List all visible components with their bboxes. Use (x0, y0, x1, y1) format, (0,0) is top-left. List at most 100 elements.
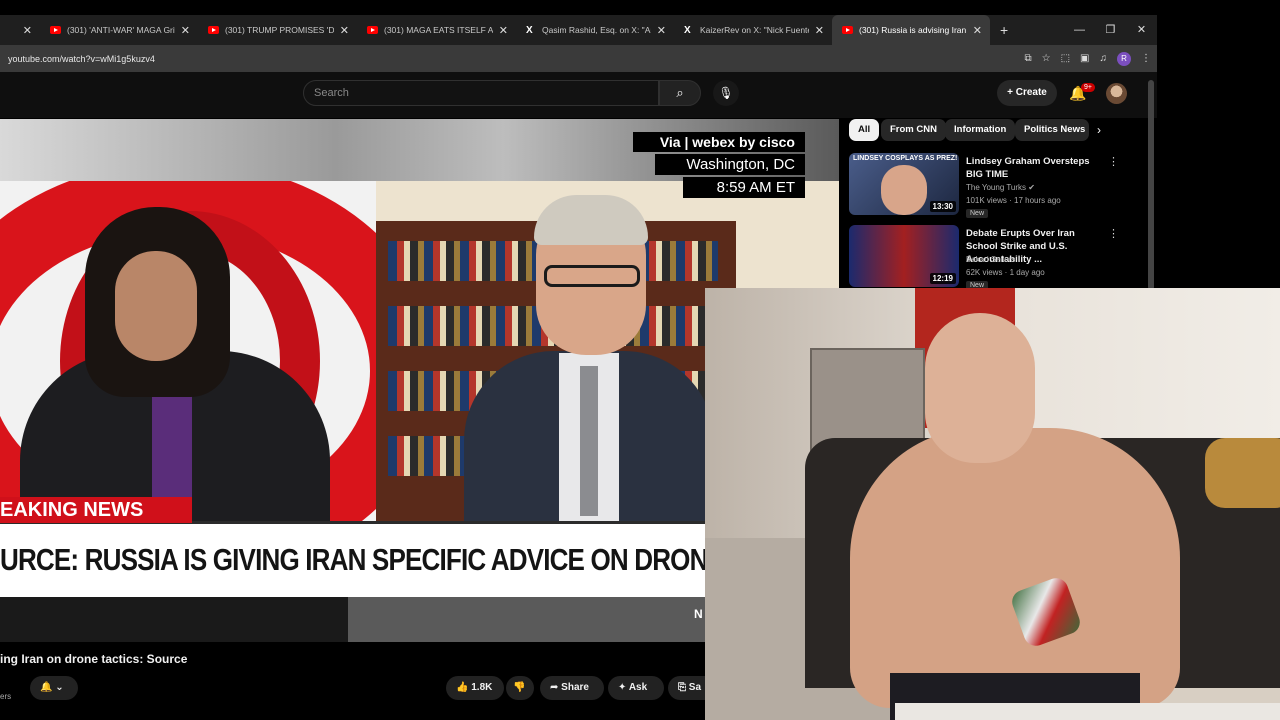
tab-anti-war[interactable]: (301) 'ANTI-WAR' MAGA Grifter ✕ (40, 15, 198, 45)
share-label: Share (561, 682, 589, 693)
like-count: 1.8K (471, 682, 493, 693)
youtube-icon (208, 26, 219, 34)
channel-name[interactable]: Bakari Sellers (966, 255, 1015, 264)
search-icon: ⌕ (676, 85, 684, 100)
chip-all[interactable]: All (849, 119, 880, 141)
new-tab-icon[interactable]: + (1000, 22, 1008, 38)
thumbnail-caption: LINDSEY COSPLAYS AS PREZ! (853, 155, 958, 162)
plus-icon: + (1007, 87, 1016, 98)
close-icon[interactable]: ✕ (340, 24, 349, 37)
create-label: Create (1015, 87, 1047, 98)
bookmark-star-icon[interactable]: ☆ (1042, 53, 1051, 64)
subscribe-bell-button[interactable]: 🔔 ⌄ (30, 676, 78, 700)
restore-icon[interactable]: ❐ (1095, 15, 1126, 45)
avatar[interactable] (1106, 83, 1127, 104)
ask-button[interactable]: ✦ Ask (608, 676, 664, 700)
chip-politics-news[interactable]: Politics News (1015, 119, 1089, 141)
view-meta: 62K views · 1 day ago (966, 268, 1045, 277)
youtube-icon (842, 26, 853, 34)
subscriber-count: ers (0, 692, 12, 701)
install-app-icon[interactable]: ⧉ (1024, 53, 1031, 64)
toolbar-icons: ⧉ ☆ ⬚ ▣ ♫ R ⋮ (1024, 45, 1151, 72)
youtube-icon (367, 26, 378, 34)
close-icon[interactable]: ✕ (973, 24, 982, 37)
extensions-icon[interactable]: ⬚ (1061, 53, 1070, 64)
tab-title: KaizerRev on X: "Nick Fuentes (700, 25, 809, 35)
recommendation-item[interactable]: LINDSEY COSPLAYS AS PREZ! 13:30 Lindsey … (849, 153, 1139, 219)
tab-kaizerrev[interactable]: X KaizerRev on X: "Nick Fuentes ✕ (674, 15, 832, 45)
video-actions: ers 🔔 ⌄ 👍 1.8K 👎 ➦ Share ✦ Ask ⎘ Sa (0, 674, 705, 702)
sidebar-icon[interactable]: ▣ (1080, 53, 1089, 64)
chip-information[interactable]: Information (945, 119, 1016, 141)
tab-russia-advising-iran[interactable]: (301) Russia is advising Iran on ✕ (832, 15, 990, 45)
chip-from-cnn[interactable]: From CNN (881, 119, 946, 141)
view-meta: 101K views · 17 hours ago (966, 196, 1061, 205)
tab-title: (301) Russia is advising Iran on (859, 25, 967, 35)
lower-third: URCE: RUSSIA IS GIVING IRAN SPECIFIC ADV… (0, 524, 705, 597)
thumbs-down-icon: 👎 (513, 682, 526, 693)
bug-via: Via | webex by cisco (633, 132, 805, 152)
recommendation-title[interactable]: Lindsey Graham Oversteps BIG TIME (966, 155, 1106, 181)
video-thumbnail[interactable]: 12:19 (849, 225, 959, 287)
anchor-panel (0, 181, 376, 521)
notifications-badge: 9+ (1081, 83, 1095, 92)
close-window-icon[interactable]: ✕ (1126, 15, 1157, 45)
close-icon[interactable]: ✕ (815, 24, 824, 37)
verified-icon: ✔ (1028, 183, 1035, 192)
sparkle-icon: ✦ (618, 682, 627, 693)
like-button[interactable]: 👍 1.8K (446, 676, 504, 700)
youtube-icon (50, 26, 61, 34)
tab-title: Qasim Rashid, Esq. on X: "An u (542, 25, 651, 35)
duration-badge: 12:19 (929, 273, 956, 284)
bell-icon: 🔔 (40, 682, 53, 693)
url-field[interactable]: youtube.com/watch?v=wMi1g5kuzv4 (8, 54, 155, 64)
tab-partial[interactable]: ✕ (0, 15, 40, 45)
webcam-overlay (705, 288, 1280, 720)
thumbs-up-icon: 👍 (456, 682, 469, 693)
tab-title: (301) TRUMP PROMISES 'DEATH' (225, 25, 334, 35)
close-icon[interactable]: ✕ (499, 24, 508, 37)
tab-title: (301) MAGA EATS ITSELF ALIVE (384, 25, 493, 35)
chevron-down-icon: ⌄ (55, 682, 64, 693)
new-badge: New (966, 209, 989, 218)
x-logo-icon: X (526, 24, 533, 36)
voice-search-button[interactable]: 🎙 (713, 80, 739, 106)
minimize-icon[interactable]: — (1064, 15, 1095, 45)
tab-qasim-rashid[interactable]: X Qasim Rashid, Esq. on X: "An u ✕ (516, 15, 674, 45)
more-options-icon[interactable]: ⋮ (1108, 227, 1119, 240)
screen: ✕ (301) 'ANTI-WAR' MAGA Grifter ✕ (301) … (0, 0, 1280, 720)
channel-name[interactable]: The Young Turks ✔ (966, 183, 1035, 192)
close-icon[interactable]: ✕ (23, 24, 32, 37)
video-thumbnail[interactable]: LINDSEY COSPLAYS AS PREZ! 13:30 (849, 153, 959, 215)
media-controls-icon[interactable]: ♫ (1100, 53, 1108, 64)
save-button[interactable]: ⎘ Sa (668, 676, 705, 700)
streamer-figure (850, 428, 1180, 708)
search-button[interactable]: ⌕ (659, 80, 701, 106)
dislike-button[interactable]: 👎 (506, 676, 534, 700)
recommendation-item[interactable]: 12:19 Debate Erupts Over Iran School Str… (849, 225, 1139, 291)
tab-maga-eats[interactable]: (301) MAGA EATS ITSELF ALIVE ✕ (357, 15, 516, 45)
menu-kebab-icon[interactable]: ⋮ (1141, 53, 1151, 64)
page-scrollbar[interactable] (1148, 80, 1154, 290)
save-label: Sa (688, 682, 702, 693)
corner-tag: N (694, 607, 703, 621)
bug-time: 8:59 AM ET (683, 177, 805, 198)
close-icon[interactable]: ✕ (657, 24, 666, 37)
more-options-icon[interactable]: ⋮ (1108, 155, 1119, 168)
window-controls: — ❐ ✕ (1064, 15, 1157, 45)
glasses (544, 265, 640, 287)
tab-trump-promises[interactable]: (301) TRUMP PROMISES 'DEATH' ✕ (198, 15, 357, 45)
duration-badge: 13:30 (929, 201, 956, 212)
chevron-right-icon[interactable]: › (1097, 123, 1101, 137)
microphone-icon: 🎙 (718, 86, 734, 100)
share-button[interactable]: ➦ Share (540, 676, 604, 700)
video-title: ing Iran on drone tactics: Source (0, 652, 188, 666)
filter-chips: All From CNN Information Politics News › (849, 119, 1109, 141)
browser-tab-bar: ✕ (301) 'ANTI-WAR' MAGA Grifter ✕ (301) … (0, 15, 1157, 45)
profile-avatar[interactable]: R (1117, 51, 1131, 66)
bookmark-icon: ⎘ (678, 682, 686, 693)
close-icon[interactable]: ✕ (181, 24, 190, 37)
search-input[interactable]: Search (303, 80, 659, 106)
tab-title: (301) 'ANTI-WAR' MAGA Grifter (67, 25, 175, 35)
create-button[interactable]: + Create (997, 80, 1057, 106)
